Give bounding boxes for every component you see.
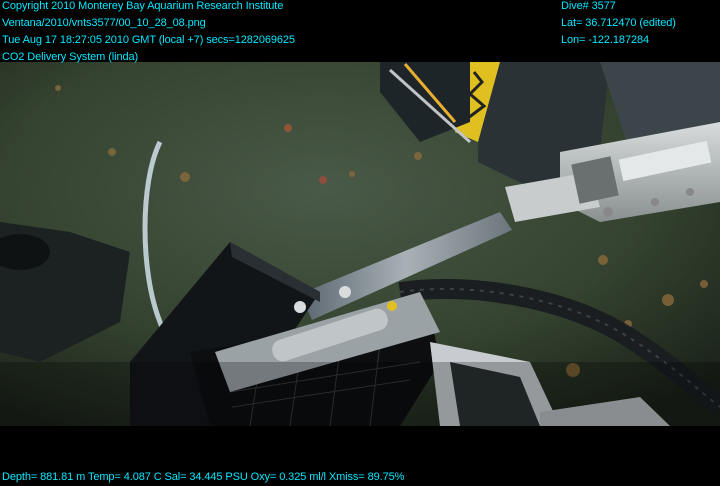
system-line: CO2 Delivery System (linda): [2, 51, 139, 63]
latitude: Lat= 36.712470 (edited): [561, 17, 676, 29]
video-frame: Copyright 2010 Monterey Bay Aquarium Res…: [0, 0, 720, 486]
image-path-line: Ventana/2010/vnts3577/00_10_28_08.png: [2, 17, 206, 29]
telemetry-line: Depth= 881.81 m Temp= 4.087 C Sal= 34.44…: [2, 471, 405, 483]
telemetry-footer: Depth= 881.81 m Temp= 4.087 C Sal= 34.44…: [2, 469, 404, 486]
scene-illustration: [0, 62, 720, 426]
seafloor-scene: [0, 62, 720, 426]
copyright-line: Copyright 2010 Monterey Bay Aquarium Res…: [2, 0, 284, 12]
header-right: Dive# 3577 Lat= 36.712470 (edited) Lon= …: [561, 0, 676, 49]
dive-number: Dive# 3577: [561, 0, 616, 12]
longitude: Lon= -122.187284: [561, 34, 650, 46]
timestamp-line: Tue Aug 17 18:27:05 2010 GMT (local +7) …: [2, 34, 295, 46]
header-left: Copyright 2010 Monterey Bay Aquarium Res…: [2, 0, 295, 66]
